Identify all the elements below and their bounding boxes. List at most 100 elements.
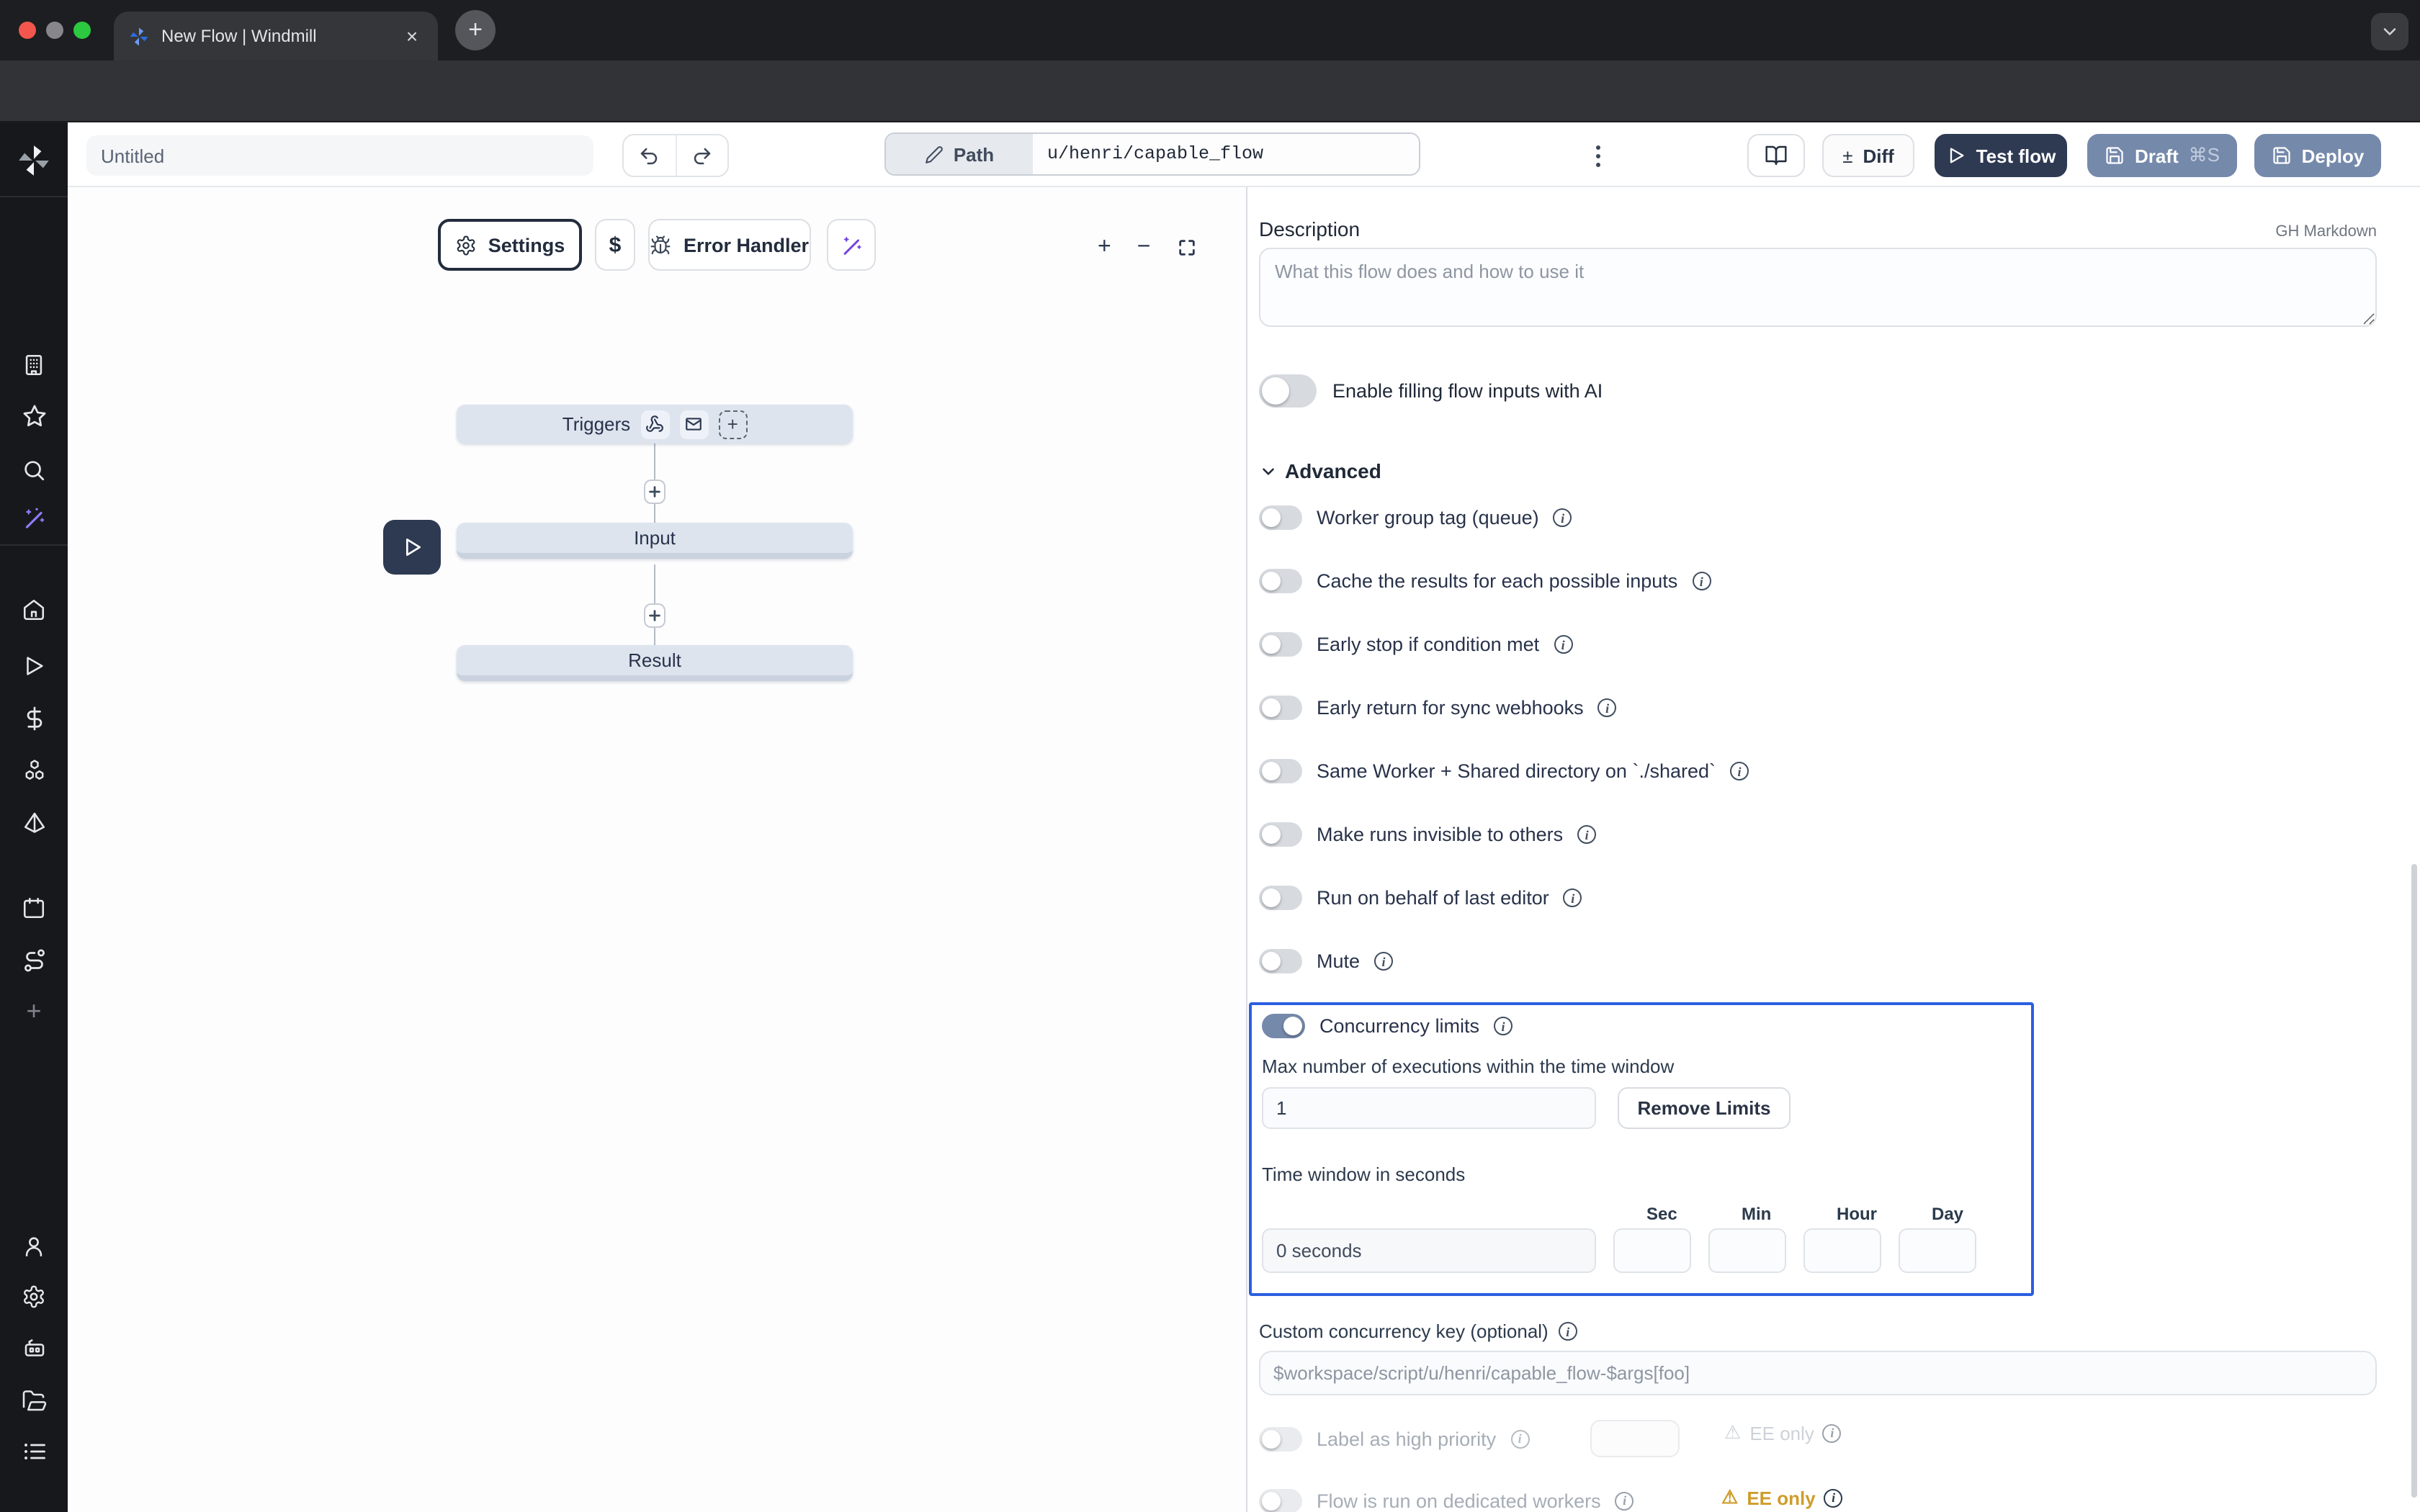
info-icon[interactable] [1730,762,1749,780]
result-node[interactable]: Result [457,645,853,681]
flow-settings-button[interactable]: Settings [438,219,582,271]
info-icon[interactable] [1577,825,1596,844]
info-icon[interactable] [1494,1017,1512,1035]
fit-view-icon[interactable] [1176,238,1196,258]
info-icon[interactable] [1554,635,1572,654]
close-window-button[interactable] [19,22,36,39]
sidebar-item-settings-icon[interactable] [0,1277,68,1315]
sidebar-item-home-icon[interactable] [0,590,68,628]
browser-toolbar: app.windmill.dev/flows/add Work [0,60,2420,122]
worker-group-toggle[interactable] [1259,505,1302,530]
invisible-runs-toggle[interactable] [1259,822,1302,847]
windmill-logo-icon[interactable] [0,141,68,179]
canvas-zoom-controls: + − [1098,233,1222,262]
error-handler-button[interactable]: Error Handler [648,219,811,271]
sec-input[interactable] [1613,1228,1691,1273]
insert-step-button[interactable] [644,480,666,504]
flow-edge [654,564,655,603]
close-tab-icon[interactable]: × [400,24,424,48]
tab-search-chevron-icon[interactable] [2371,13,2408,50]
gh-markdown-hint: GH Markdown [2275,223,2377,240]
concurrency-limits-toggle[interactable] [1262,1014,1305,1038]
time-window-input[interactable] [1262,1228,1596,1273]
cache-results-toggle[interactable] [1259,569,1302,593]
early-return-toggle[interactable] [1259,696,1302,720]
deploy-button[interactable]: Deploy [2254,134,2381,177]
path-value[interactable]: u/henri/capable_flow [1033,134,1419,174]
high-priority-toggle[interactable] [1259,1426,1302,1451]
custom-concurrency-key-input[interactable] [1259,1351,2377,1395]
sidebar-item-ai-wand-icon[interactable] [0,500,68,537]
sidebar-item-triggers-icon[interactable] [0,942,68,979]
sidebar-item-folders-icon[interactable] [0,1382,68,1420]
info-icon[interactable] [1692,572,1711,590]
flow-variables-button[interactable]: $ [595,219,635,271]
more-options-kebab-icon[interactable] [1585,135,1610,176]
early-stop-toggle[interactable] [1259,632,1302,657]
info-icon[interactable] [1554,508,1572,527]
info-icon[interactable] [1510,1429,1529,1448]
sidebar-item-resources-icon[interactable] [0,752,68,789]
info-icon[interactable] [1598,698,1617,717]
dedicated-workers-toggle[interactable] [1259,1488,1302,1512]
same-worker-toggle[interactable] [1259,759,1302,783]
webhook-trigger-icon[interactable] [640,410,669,438]
info-icon[interactable] [1374,952,1393,971]
sidebar-item-apps-icon[interactable] [0,804,68,841]
remove-limits-button[interactable]: Remove Limits [1618,1087,1791,1129]
browser-tab[interactable]: New Flow | Windmill × [114,12,438,60]
mute-toggle[interactable] [1259,949,1302,973]
zoom-out-icon[interactable]: − [1137,235,1151,261]
sidebar-item-create-icon[interactable]: + [0,992,68,1030]
info-icon[interactable] [1615,1491,1634,1510]
input-node[interactable]: Input [457,523,853,559]
maximize-window-button[interactable] [73,22,91,39]
save-draft-button[interactable]: Draft⌘S [2087,134,2237,177]
undo-button[interactable] [624,135,676,176]
windmill-favicon-icon [128,25,150,47]
triggers-node[interactable]: Triggers + [457,405,853,444]
toggle-label: Worker group tag (queue) [1317,507,1539,528]
info-icon[interactable] [1824,1488,1843,1507]
new-tab-button[interactable]: + [455,10,496,50]
info-icon[interactable] [1559,1322,1577,1341]
flow-edge [654,444,655,480]
sidebar-item-workers-icon[interactable] [0,1329,68,1367]
sidebar-item-runs-icon[interactable] [0,647,68,684]
run-input-button[interactable] [383,520,441,575]
day-input[interactable] [1899,1228,1976,1273]
warning-icon: ⚠ [1721,1486,1738,1509]
panel-scrollbar[interactable] [2411,864,2417,1498]
redo-button[interactable] [676,135,727,176]
min-input[interactable] [1708,1228,1786,1273]
ai-builder-button[interactable] [827,219,876,271]
priority-value-input[interactable] [1590,1420,1680,1457]
hour-input[interactable] [1803,1228,1881,1273]
insert-step-button[interactable] [644,603,666,628]
info-icon[interactable] [1564,888,1582,907]
toggle-label: Make runs invisible to others [1317,824,1563,845]
flow-summary-input[interactable]: Untitled [86,135,593,176]
sidebar-item-user-icon[interactable] [0,1227,68,1264]
docs-button[interactable] [1747,134,1805,177]
minimize-window-button[interactable] [46,22,63,39]
info-icon[interactable] [1823,1423,1842,1442]
sidebar-item-favorites-icon[interactable] [0,397,68,435]
email-trigger-icon[interactable] [679,410,708,438]
add-trigger-icon[interactable]: + [718,410,747,438]
sidebar-item-search-icon[interactable] [0,451,68,488]
diff-button[interactable]: ±Diff [1822,134,1914,177]
sidebar-item-variables-icon[interactable] [0,700,68,737]
flow-path-field[interactable]: Path u/henri/capable_flow [884,132,1420,176]
sidebar-item-logs-icon[interactable] [0,1433,68,1470]
sidebar-item-schedules-icon[interactable] [0,888,68,926]
max-executions-input[interactable] [1262,1087,1596,1129]
zoom-in-icon[interactable]: + [1098,235,1111,261]
description-textarea[interactable] [1259,248,2377,327]
test-flow-button[interactable]: Test flow [1935,134,2067,177]
sidebar-item-workspace-icon[interactable] [0,346,68,383]
run-on-behalf-toggle[interactable] [1259,886,1302,910]
ai-flow-inputs-toggle[interactable] [1259,374,1317,408]
advanced-section-header[interactable]: Advanced [1259,459,2377,482]
toggle-label: Run on behalf of last editor [1317,887,1549,909]
